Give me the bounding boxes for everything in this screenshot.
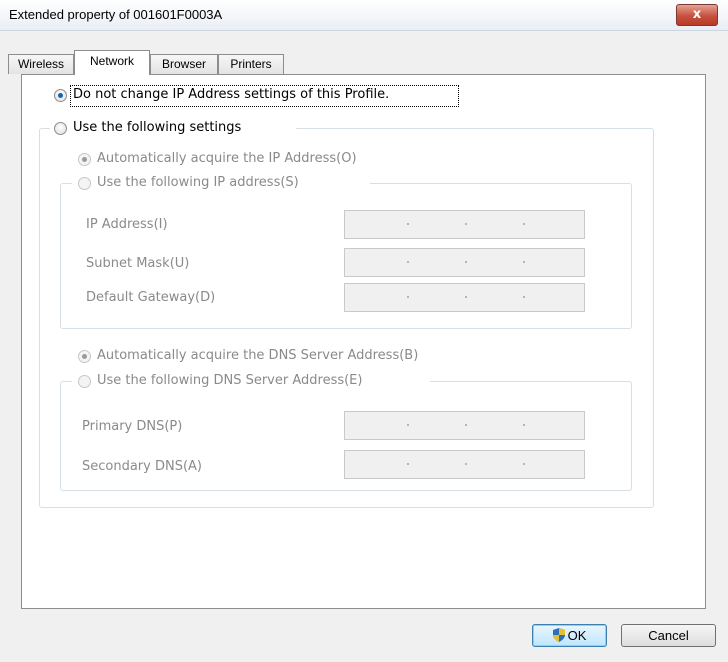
- auto-dns-radio[interactable]: [78, 350, 91, 363]
- shield-icon: [552, 628, 565, 642]
- ok-button[interactable]: OK: [532, 624, 607, 647]
- subnet-mask-field[interactable]: [344, 248, 585, 277]
- auto-dns-label: Automatically acquire the DNS Server Add…: [97, 348, 419, 363]
- no-change-radio[interactable]: [54, 89, 67, 102]
- window-title: Extended property of 001601F0003A: [9, 7, 223, 22]
- close-button[interactable]: x: [676, 4, 718, 26]
- title-bar: Extended property of 001601F0003A x: [0, 0, 728, 31]
- close-icon: x: [692, 7, 702, 22]
- tab-browser[interactable]: Browser: [150, 54, 218, 74]
- ip-address-field[interactable]: [344, 210, 585, 239]
- primary-dns-label: Primary DNS(P): [82, 419, 183, 434]
- primary-dns-field[interactable]: [344, 411, 585, 440]
- auto-ip-radio[interactable]: [78, 153, 91, 166]
- default-gateway-label: Default Gateway(D): [86, 290, 216, 305]
- ip-address-label: IP Address(I): [86, 217, 168, 232]
- cancel-button[interactable]: Cancel: [621, 624, 716, 647]
- tab-network[interactable]: Network: [74, 50, 150, 75]
- no-change-label[interactable]: Do not change IP Address settings of thi…: [73, 87, 389, 102]
- auto-ip-label: Automatically acquire the IP Address(O): [97, 151, 357, 166]
- ok-label: OK: [567, 628, 587, 643]
- use-following-label[interactable]: Use the following settings: [73, 120, 241, 135]
- secondary-dns-field[interactable]: [344, 450, 585, 479]
- use-following-radio[interactable]: [54, 122, 67, 135]
- manual-dns-label: Use the following DNS Server Address(E): [97, 373, 363, 388]
- manual-ip-radio[interactable]: [78, 177, 91, 190]
- manual-ip-label: Use the following IP address(S): [97, 175, 299, 190]
- manual-dns-radio[interactable]: [78, 375, 91, 388]
- default-gateway-field[interactable]: [344, 283, 585, 312]
- secondary-dns-label: Secondary DNS(A): [82, 459, 203, 474]
- subnet-mask-label: Subnet Mask(U): [86, 256, 190, 271]
- tab-wireless[interactable]: Wireless: [8, 54, 74, 74]
- tab-printers[interactable]: Printers: [218, 54, 284, 74]
